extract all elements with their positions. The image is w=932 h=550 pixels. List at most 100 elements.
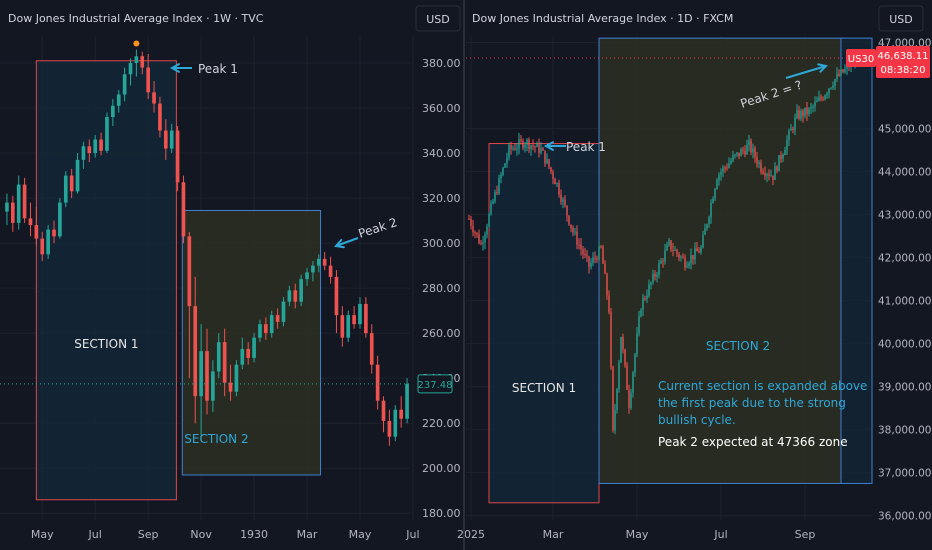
right-candle-body-111 — [690, 255, 692, 264]
right-candle-body-106 — [680, 256, 682, 258]
left-candle-body-32 — [193, 306, 198, 397]
left-candle-body-0 — [5, 202, 9, 212]
right-candle-body-108 — [684, 257, 686, 268]
right-candle-body-17 — [502, 167, 504, 175]
right-candle-body-33 — [534, 146, 536, 148]
right-candle-body-69 — [606, 273, 608, 296]
right-candle-body-74 — [616, 389, 618, 411]
left-candle-body-65 — [387, 420, 392, 437]
left-candle-body-21 — [128, 63, 133, 75]
right-candle-body-20 — [508, 144, 510, 158]
right-candle-body-123 — [714, 188, 716, 199]
right-candle-body-139 — [746, 145, 748, 155]
right-candle-body-79 — [626, 364, 628, 390]
right-candle-body-97 — [662, 260, 664, 262]
right-candle-body-160 — [788, 130, 790, 140]
left-currency-button[interactable]: USD — [415, 5, 461, 32]
left-candle-body-52 — [311, 265, 315, 273]
left-x-tick-label-6: May — [349, 528, 372, 541]
right-candle-body-73 — [614, 410, 616, 431]
right-y-tick-label-1: 45,000.00 — [878, 123, 931, 135]
right-candle-body-129 — [726, 167, 728, 169]
right-candle-body-134 — [736, 152, 738, 155]
right-candle-body-128 — [724, 167, 726, 169]
left-y-tick-label-0: 380.00 — [422, 57, 461, 70]
left-candle-body-5 — [34, 225, 39, 239]
right-candle-body-28 — [524, 144, 526, 148]
right-candle-body-175 — [818, 97, 820, 101]
left-candle-body-46 — [275, 315, 280, 322]
right-candle-body-126 — [720, 171, 722, 175]
right-future-zone — [840, 37, 873, 484]
right-candle-body-1 — [470, 218, 472, 227]
right-countdown-text: 08:38:20 — [881, 65, 926, 76]
right-candle-body-142 — [752, 148, 754, 153]
left-candle-body-10 — [63, 175, 68, 203]
right-candle-body-132 — [732, 155, 734, 161]
left-candle-body-58 — [346, 315, 351, 338]
left-candle-body-35 — [211, 371, 215, 401]
right-candle-body-104 — [676, 249, 678, 254]
right-candle-body-95 — [658, 263, 660, 275]
right-candle-body-147 — [762, 171, 764, 174]
right-candle-body-4 — [476, 232, 478, 235]
right-candle-body-82 — [632, 372, 634, 393]
right-candle-body-41 — [550, 167, 552, 172]
right-y-tick-label-3: 43,000.00 — [878, 210, 931, 222]
left-candle-body-22 — [134, 56, 139, 64]
right-candle-body-120 — [708, 217, 710, 225]
right-x-tick-label-2: May — [626, 528, 649, 541]
right-candle-body-44 — [556, 183, 558, 185]
right-candle-body-9 — [486, 226, 488, 235]
left-candle-body-38 — [228, 382, 233, 392]
right-x-tick-label-4: Sep — [795, 528, 816, 541]
right-candle-body-150 — [768, 174, 770, 176]
right-candle-body-170 — [808, 108, 810, 115]
left-candle-body-56 — [334, 276, 339, 316]
right-candle-body-88 — [644, 298, 646, 300]
right-candle-body-155 — [778, 155, 780, 172]
right-candle-body-149 — [766, 174, 768, 176]
right-y-tick-label-7: 39,000.00 — [878, 382, 931, 394]
left-y-tick-label-3: 320.00 — [422, 192, 461, 205]
right-symbol-tag-text: US30 — [848, 54, 874, 65]
right-candle-body-90 — [648, 284, 650, 296]
left-candle-body-51 — [305, 272, 309, 280]
right-x-tick-label-0: 2025 — [457, 528, 485, 541]
right-candle-body-14 — [496, 192, 498, 194]
right-candle-body-65 — [598, 246, 600, 260]
right-candle-body-115 — [698, 251, 700, 253]
right-candle-body-103 — [674, 249, 676, 251]
left-last-price-text: 237.48 — [418, 380, 453, 391]
left-candle-body-61 — [364, 303, 368, 334]
right-candle-body-127 — [722, 167, 724, 172]
right-candle-body-51 — [570, 224, 572, 229]
right-candle-body-71 — [610, 312, 612, 368]
right-candle-body-182 — [832, 85, 834, 88]
left-section1-label: SECTION 1 — [74, 337, 138, 351]
right-candle-body-80 — [628, 389, 630, 409]
left-candle-body-49 — [293, 290, 298, 302]
right-candle-body-165 — [798, 110, 800, 119]
right-candle-body-169 — [806, 107, 808, 115]
right-currency-button[interactable]: USD — [878, 5, 924, 32]
left-candle-body-55 — [328, 265, 333, 277]
right-candle-body-36 — [540, 148, 542, 153]
left-candle-body-62 — [369, 333, 374, 365]
left-y-tick-label-2: 340.00 — [422, 147, 461, 160]
right-candle-body-107 — [682, 256, 684, 258]
right-y-tick-label-5: 41,000.00 — [878, 296, 931, 308]
left-candle-body-28 — [169, 130, 174, 149]
left-chart-title: Dow Jones Industrial Average Index · 1W … — [8, 12, 264, 25]
left-candle-body-16 — [99, 139, 103, 151]
right-candle-body-56 — [580, 244, 582, 250]
right-candle-body-89 — [646, 295, 648, 299]
right-candle-body-185 — [838, 73, 840, 76]
right-candle-body-180 — [828, 88, 830, 94]
left-candle-body-59 — [352, 315, 356, 325]
right-candle-body-57 — [582, 249, 584, 255]
right-candle-body-49 — [566, 205, 568, 216]
right-candle-body-25 — [518, 139, 520, 149]
right-candle-body-188 — [844, 68, 846, 73]
right-candle-body-48 — [564, 199, 566, 206]
